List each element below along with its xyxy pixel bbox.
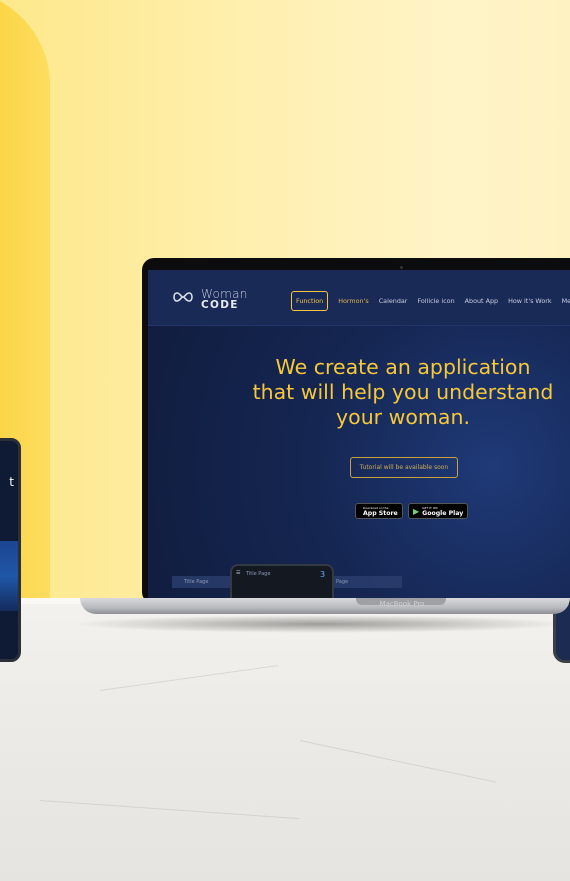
nav-calendar[interactable]: Calendar: [379, 297, 408, 305]
tutorial-button[interactable]: Tutorial will be available soon: [350, 457, 458, 478]
nav-hormons[interactable]: Hormon's: [338, 297, 369, 305]
nav-function[interactable]: Function: [291, 291, 329, 311]
preview-badge: 3: [320, 570, 326, 579]
preview-title-right: Page: [336, 579, 349, 585]
hero-title-line-2: that will help you understand: [252, 380, 554, 404]
laptop-base: [80, 598, 570, 614]
hero-title-line-1: We create an application: [275, 355, 531, 379]
nav-follicle-icon[interactable]: Follicle icon: [417, 297, 454, 305]
nav-how-it-works[interactable]: How it's Work: [508, 297, 552, 305]
laptop-shadow: [70, 615, 570, 633]
preview-title-mid: Title Page: [246, 571, 271, 577]
hero-title: We create an application that will help …: [243, 355, 563, 430]
logo-word-bottom[interactable]: CODE: [201, 299, 239, 311]
laptop-camera: [400, 266, 403, 269]
phone-text-fragment: t: [9, 475, 14, 489]
google-play-label: Google Play: [422, 510, 464, 517]
laptop-screen: Woman CODE Function Hormon's Calendar Fo…: [148, 270, 570, 598]
preview-menu-icon: ☰: [236, 570, 241, 576]
left-phone-chart: [0, 541, 18, 611]
left-phone: t: [0, 438, 21, 662]
hero-title-line-3: your woman.: [336, 405, 470, 429]
app-store-button[interactable]: Download on the App Store: [355, 503, 403, 519]
google-play-button[interactable]: ▶ GET IT ON Google Play: [408, 503, 469, 519]
site-header: Woman CODE Function Hormon's Calendar Fo…: [148, 270, 570, 326]
marble-counter: [0, 598, 570, 881]
play-icon: ▶: [413, 506, 420, 516]
laptop-brand-label: MacBook Pro: [379, 600, 425, 608]
nav-about-app[interactable]: About App: [465, 297, 498, 305]
preview-title-left: Title Page: [184, 579, 209, 585]
infinity-logo-icon[interactable]: [172, 290, 194, 304]
nav-medical[interactable]: Medical v: [562, 297, 570, 305]
main-nav: Function Hormon's Calendar Follicle icon…: [291, 291, 570, 311]
scene: t Woman CODE Function Hormon's Calendar …: [0, 0, 570, 881]
app-store-label: App Store: [363, 510, 398, 517]
preview-phone: ☰ Title Page 3: [230, 564, 334, 598]
